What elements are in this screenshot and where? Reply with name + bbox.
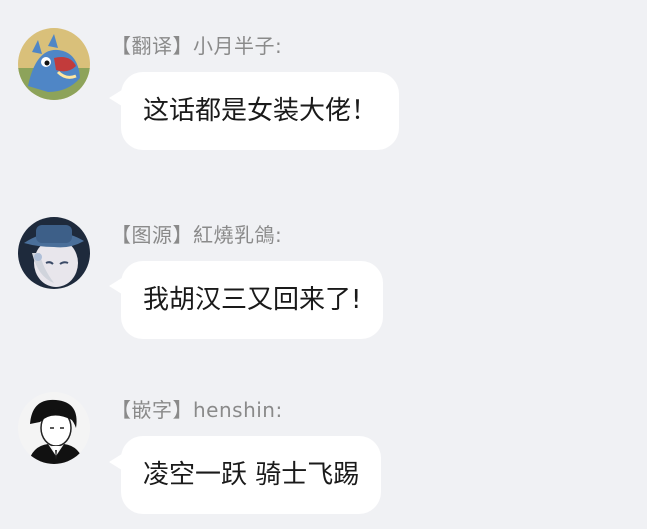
message-bubble[interactable]: 我胡汉三又回来了! bbox=[121, 261, 384, 339]
dark-hair-man-avatar-icon[interactable] bbox=[18, 392, 90, 464]
sender-name: 【图源】紅燒乳鴿: bbox=[111, 223, 283, 247]
message-bubble[interactable]: 凌空一跃 骑士飞踢 bbox=[121, 436, 382, 514]
anime-hat-character-avatar-icon[interactable] bbox=[18, 217, 90, 289]
sender-name: 【翻译】小月半子: bbox=[111, 34, 283, 58]
message-bubble[interactable]: 这话都是女装大佬！ bbox=[121, 72, 400, 150]
sender-name: 【嵌字】henshin: bbox=[111, 398, 283, 422]
cartoon-monster-avatar-icon[interactable] bbox=[18, 28, 90, 100]
